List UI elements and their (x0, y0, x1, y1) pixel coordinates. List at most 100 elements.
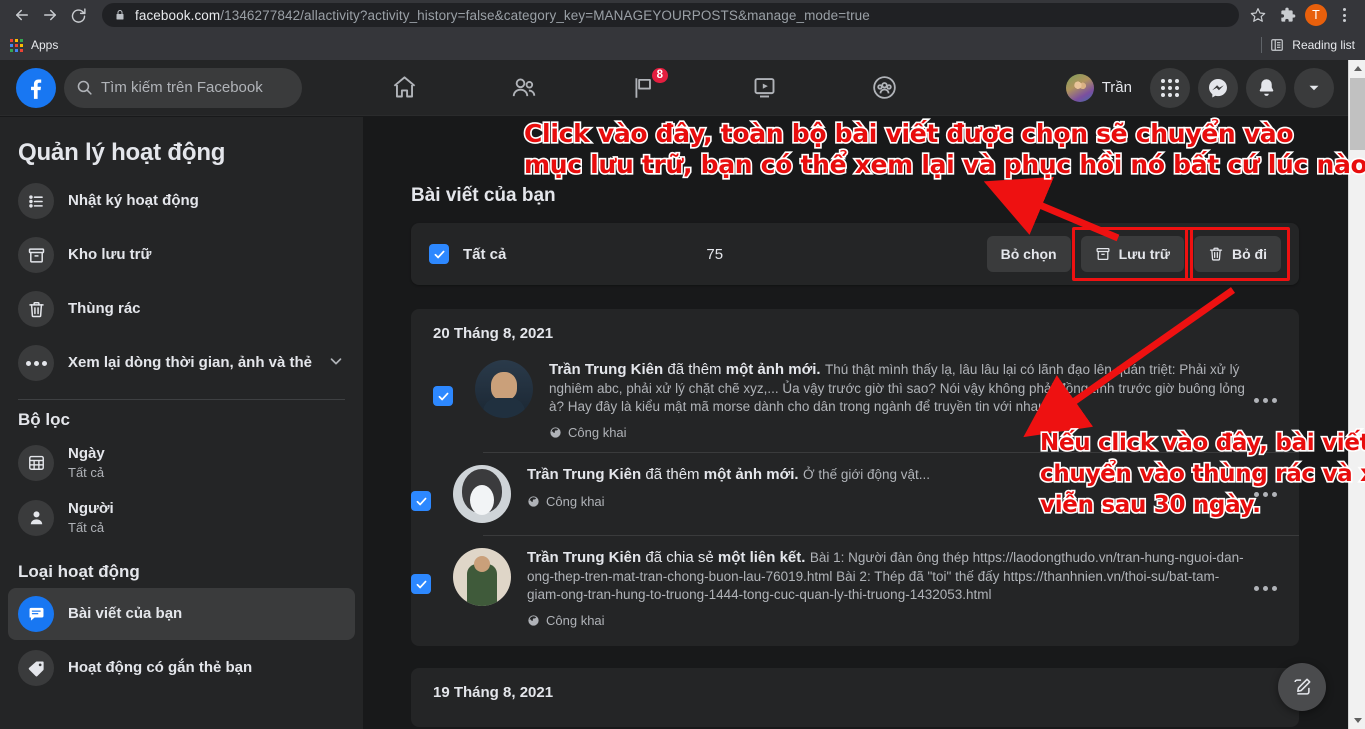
grid-apps-icon[interactable] (1150, 67, 1190, 108)
select-all-checkbox[interactable] (429, 244, 449, 264)
filter-value-text: Tất cả (68, 465, 105, 480)
sidebar-filter-people[interactable]: Người Tất cả (8, 491, 355, 544)
lock-icon (114, 8, 126, 22)
facebook-header-right: Trần (1062, 67, 1348, 108)
bookmark-apps-label[interactable]: Apps (31, 38, 58, 52)
delete-annotation: Nếu click vào đây, bài viết sẽ được chuy… (1038, 428, 1365, 521)
sidebar-filter-label: Người Tất cả (68, 499, 114, 536)
post-checkbox[interactable] (433, 386, 453, 406)
post-body: Trần Trung Kiên đã chia sẻ một liên kết.… (527, 548, 1254, 628)
post-thumbnail[interactable] (475, 360, 533, 418)
nav-pages[interactable]: 8 (584, 64, 704, 112)
sidebar-item-trash[interactable]: Thùng rác (8, 283, 355, 335)
groups-icon (872, 76, 896, 99)
filter-label-text: Ngày (68, 445, 105, 462)
post-object: một liên kết. (717, 549, 806, 566)
day-label: 20 Tháng 8, 2021 (433, 325, 554, 342)
friends-icon (512, 78, 536, 96)
archive-label: Lưu trữ (1118, 246, 1170, 262)
selection-toolbar: Tất cả 75 Bỏ chọn Lưu trữ Bỏ đi (411, 223, 1299, 285)
nav-watch[interactable] (704, 64, 824, 112)
bookmarks-bar: Apps Reading list (0, 30, 1365, 60)
privacy-label: Công khai (546, 494, 605, 509)
post-title: Trần Trung Kiên đã chia sẻ một liên kết. (527, 549, 805, 566)
sidebar-item-your-posts[interactable]: Bài viết của bạn (8, 588, 355, 640)
chevron-down-icon[interactable] (1294, 67, 1334, 108)
sidebar-activity-heading: Loại hoạt động (18, 562, 140, 581)
post-thumbnail[interactable] (453, 465, 511, 523)
post-more-options-icon[interactable] (1254, 397, 1283, 403)
activity-day-group: 19 Tháng 8, 2021 (411, 668, 1299, 727)
post-row[interactable]: Trần Trung Kiên đã chia sẻ một liên kết.… (411, 535, 1299, 640)
delete-label: Bỏ đi (1232, 246, 1267, 262)
search-input[interactable] (101, 79, 290, 96)
sidebar-item-label: Kho lưu trữ (68, 246, 152, 263)
archive-box-icon (1096, 248, 1110, 260)
facebook-main-nav: 8 (344, 64, 944, 112)
address-bar[interactable]: facebook.com/1346277842/allactivity?acti… (102, 3, 1239, 27)
reading-list-icon (1270, 38, 1284, 52)
post-checkbox[interactable] (411, 574, 431, 594)
forward-arrow-icon[interactable] (36, 1, 64, 29)
selection-toolbar-card: Tất cả 75 Bỏ chọn Lưu trữ Bỏ đi (411, 223, 1299, 285)
sidebar-item-archive[interactable]: Kho lưu trữ (8, 229, 355, 281)
back-arrow-icon[interactable] (8, 1, 36, 29)
extensions-puzzle-icon[interactable] (1275, 2, 1301, 28)
sidebar: Quản lý hoạt động Nhật ký hoạt động Kho … (0, 117, 363, 729)
chevron-down-icon[interactable] (327, 352, 345, 375)
sidebar-item-review-timeline[interactable]: Xem lại dòng thời gian, ảnh và thẻ (8, 337, 355, 389)
sidebar-item-label: Hoạt động có gắn thẻ bạn (68, 659, 253, 676)
reload-icon[interactable] (64, 1, 92, 29)
bell-icon[interactable] (1246, 67, 1286, 108)
compose-pencil-icon[interactable] (1278, 663, 1326, 711)
post-more-options-icon[interactable] (1254, 585, 1283, 591)
browser-profile-avatar[interactable]: T (1305, 4, 1327, 26)
page-title: Bài viết của bạn (411, 185, 556, 206)
person-icon (18, 499, 54, 536)
main-content: Bài viết của bạn Tất cả 75 Bỏ chọn Lưu t… (363, 117, 1348, 729)
deselect-label: Bỏ chọn (1000, 246, 1057, 262)
privacy-label: Công khai (568, 425, 627, 440)
annotation-line-2: chuyển vào thùng rác và xóa vĩnh (1038, 459, 1365, 488)
sidebar-item-label: Xem lại dòng thời gian, ảnh và thẻ (68, 354, 313, 371)
post-object: một ảnh mới. (725, 361, 821, 378)
delete-button[interactable]: Bỏ đi (1185, 227, 1290, 281)
selection-actions: Bỏ chọn Lưu trữ Bỏ đi (986, 227, 1290, 281)
home-icon (393, 76, 415, 98)
sidebar-filter-date[interactable]: Ngày Tất cả (8, 436, 355, 489)
nav-groups[interactable] (824, 64, 944, 112)
deselect-button[interactable]: Bỏ chọn (986, 236, 1071, 272)
bookmark-star-icon[interactable] (1245, 2, 1271, 28)
scroll-down-arrow-icon[interactable] (1349, 712, 1365, 729)
sidebar-item-tagged-activity[interactable]: Hoạt động có gắn thẻ bạn (8, 642, 355, 694)
browser-toolbar-right: T (1245, 2, 1357, 28)
search-icon (77, 80, 92, 95)
profile-chip[interactable]: Trần (1062, 70, 1142, 106)
post-checkbox[interactable] (411, 491, 431, 511)
archive-button[interactable]: Lưu trữ (1071, 227, 1194, 281)
globe-icon (528, 615, 539, 626)
post-object: một ảnh mới. (703, 466, 799, 483)
reading-list-button[interactable]: Reading list (1261, 37, 1355, 53)
globe-icon (528, 496, 539, 507)
annotation-line-1: Nếu click vào đây, bài viết sẽ được (1038, 428, 1365, 457)
scroll-up-arrow-icon[interactable] (1349, 60, 1365, 77)
facebook-search-box[interactable] (64, 67, 302, 108)
post-thumbnail[interactable] (453, 548, 511, 606)
sidebar-item-activity-log[interactable]: Nhật ký hoạt động (8, 175, 355, 227)
post-action: đã thêm (663, 361, 726, 378)
annotation-line-1: Click vào đây, toàn bộ bài viết được chọ… (522, 117, 1295, 149)
video-watch-icon (754, 78, 774, 98)
apps-grid-icon (10, 38, 23, 52)
messenger-icon[interactable] (1198, 67, 1238, 108)
nav-home[interactable] (344, 64, 464, 112)
selected-count: 75 (706, 245, 724, 263)
globe-icon (550, 427, 561, 438)
sidebar-filter-label: Ngày Tất cả (68, 444, 105, 481)
browser-chrome: facebook.com/1346277842/allactivity?acti… (0, 0, 1365, 60)
nav-friends[interactable] (464, 64, 584, 112)
facebook-logo-icon[interactable] (16, 67, 56, 108)
post-privacy: Công khai (527, 613, 1246, 628)
three-dot-menu-icon[interactable] (1331, 2, 1357, 28)
facebook-header: 8 Trần (0, 60, 1348, 116)
